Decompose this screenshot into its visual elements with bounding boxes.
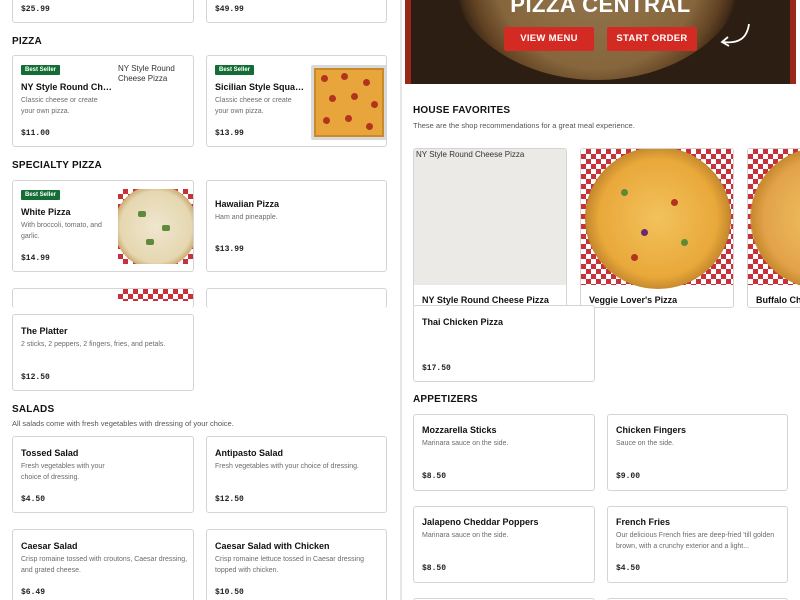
column-divider [400,0,402,600]
menu-item-card[interactable]: $25.99 [12,0,194,23]
item-name: French Fries [616,517,671,527]
item-price: $49.99 [215,5,244,14]
section-title-salads: SALADS [12,404,55,415]
item-price: $12.50 [21,373,50,382]
item-description: Classic cheese or create your own pizza. [21,97,98,115]
item-description: Our delicious French fries are deep-frie… [616,532,775,550]
item-description: Classic cheese or create your own pizza. [215,97,292,115]
item-image [118,289,193,301]
section-subtitle-house-favorites: These are the shop recommendations for a… [413,121,635,130]
start-order-button[interactable]: START ORDER [607,27,697,51]
menu-item-card[interactable]: Antipasto Salad Fresh vegetables with yo… [206,436,387,513]
menu-item-card[interactable]: Thai Chicken Pizza $17.50 [413,305,595,382]
favorite-card[interactable]: Veggie Lover's Pizza [580,148,734,308]
menu-item-card[interactable]: Caesar Salad with Chicken Crisp romaine … [206,529,387,600]
item-name: Thai Chicken Pizza [422,317,504,327]
item-price: $12.50 [215,495,244,504]
item-price: $4.50 [616,564,641,573]
item-name: Buffalo Ch... [756,295,800,305]
item-description: Ham and pineapple. [215,214,278,221]
item-name: Tossed Salad [21,448,79,458]
item-price: $8.50 [422,564,447,573]
item-price: $25.99 [21,5,50,14]
item-price: $13.99 [215,129,244,138]
item-description: Marinara sauce on the side. [422,440,509,447]
item-price: $14.99 [21,254,50,263]
item-description: Sauce on the side. [616,440,674,447]
item-image-broken: NY Style Round Cheese Pizza [414,149,566,285]
curved-arrow-icon [720,23,750,47]
section-title-house-favorites: HOUSE FAVORITES [413,105,511,116]
menu-item-card[interactable]: Hawaiian Pizza Ham and pineapple. $13.99 [206,180,387,272]
item-name: NY Style Round Cheese Pizza [422,295,549,305]
menu-item-card[interactable]: Mozzarella Sticks Marinara sauce on the … [413,414,595,491]
item-image [311,65,386,140]
item-price: $17.50 [422,364,451,373]
menu-item-card[interactable]: Best Seller Sicilian Style Square... Cla… [206,55,387,147]
item-name: Chicken Fingers [616,425,687,435]
best-seller-badge: Best Seller [21,190,61,200]
item-price: $8.50 [422,472,447,481]
section-subtitle-salads: All salads come with fresh vegetables wi… [12,419,234,428]
menu-item-card[interactable]: The Platter 2 sticks, 2 peppers, 2 finge… [12,314,194,391]
item-description: With broccoli, tomato, and garlic. [21,222,102,240]
item-price: $10.50 [215,588,244,597]
item-name: Antipasto Salad [215,448,284,458]
menu-item-card[interactable]: Chicken Fingers Sauce on the side. $9.00 [607,414,788,491]
item-image [118,189,193,264]
item-name: Sicilian Style Square... [215,82,305,92]
item-name: Mozzarella Sticks [422,425,497,435]
item-description: Crisp romaine tossed with croutons, Caes… [21,556,188,574]
menu-item-card[interactable]: Caesar Salad Crisp romaine tossed with c… [12,529,194,600]
best-seller-badge: Best Seller [21,65,61,75]
item-image-broken: NY Style Round Cheese Pizza [118,64,175,83]
section-title-appetizers: APPETIZERS [413,394,478,405]
item-description: 2 sticks, 2 peppers, 2 fingers, fries, a… [21,341,166,348]
item-name: Hawaiian Pizza [215,199,280,209]
item-price: $6.49 [21,588,46,597]
menu-item-card[interactable]: Best Seller NY Style Round Chee... Class… [12,55,194,147]
item-price: $4.50 [21,495,46,504]
view-menu-button[interactable]: VIEW MENU [504,27,594,51]
menu-item-card[interactable] [12,288,194,308]
item-name: Jalapeno Cheddar Poppers [422,517,539,527]
section-title-pizza: PIZZA [12,36,42,47]
favorite-card[interactable]: Buffalo Ch... [747,148,800,308]
menu-item-card[interactable] [206,288,387,308]
menu-item-card[interactable]: Best Seller White Pizza With broccoli, t… [12,180,194,272]
favorite-card[interactable]: NY Style Round Cheese Pizza NY Style Rou… [413,148,567,308]
hero-banner: PIZZA CENTRAL VIEW MENU START ORDER [405,0,796,84]
menu-item-card[interactable]: $49.99 [206,0,387,23]
item-name: Caesar Salad with Chicken [215,541,330,551]
item-name: NY Style Round Chee... [21,82,113,92]
item-name: Veggie Lover's Pizza [589,295,678,305]
item-description: Marinara sauce on the side. [422,532,509,539]
menu-item-card[interactable]: Tossed Salad Fresh vegetables with your … [12,436,194,513]
item-description: Fresh vegetables with your choice of dre… [21,463,105,481]
best-seller-badge: Best Seller [215,65,255,75]
item-price: $9.00 [616,472,641,481]
item-name: Caesar Salad [21,541,78,551]
item-description: Crisp romaine lettuce tossed in Caesar d… [215,556,365,574]
item-image [581,149,733,289]
item-image [748,149,800,289]
section-title-specialty-pizza: SPECIALTY PIZZA [12,160,102,171]
hero-title: PIZZA CENTRAL [510,0,691,17]
menu-item-card[interactable]: French Fries Our delicious French fries … [607,506,788,583]
item-name: The Platter [21,326,68,336]
item-price: $11.00 [21,129,50,138]
item-price: $13.99 [215,245,244,254]
item-name: White Pizza [21,207,71,217]
item-description: Fresh vegetables with your choice of dre… [215,463,359,470]
menu-item-card[interactable]: Jalapeno Cheddar Poppers Marinara sauce … [413,506,595,583]
